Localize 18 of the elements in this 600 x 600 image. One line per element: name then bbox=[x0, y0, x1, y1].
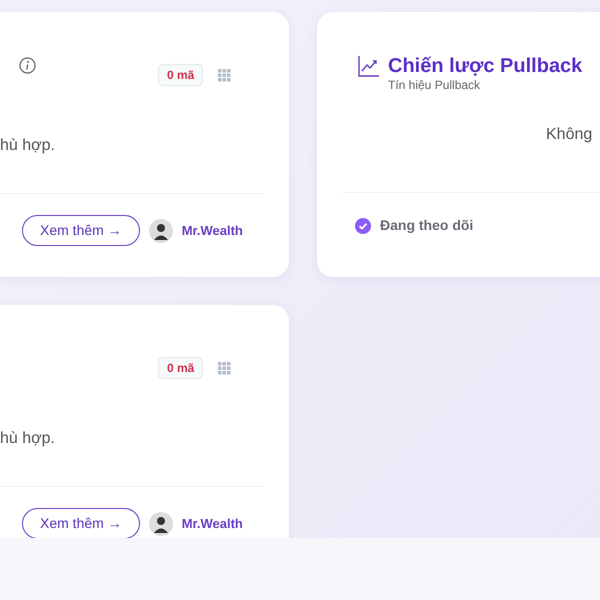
avatar-icon bbox=[148, 512, 173, 536]
description: Không bbox=[546, 125, 592, 145]
description: hù hợp. bbox=[0, 136, 55, 156]
grid-icon[interactable] bbox=[218, 362, 232, 374]
info-icon[interactable] bbox=[19, 57, 36, 74]
grid-icon[interactable] bbox=[218, 68, 232, 82]
chart-line-icon bbox=[358, 55, 380, 77]
status-label: Đang theo dõi bbox=[380, 216, 474, 235]
strategy-title: Chiến lược Pullback bbox=[388, 54, 582, 78]
strategy-subtitle: Tín hiệu Pullback bbox=[388, 78, 482, 92]
author-name[interactable]: Mr.Wealth bbox=[182, 220, 243, 240]
description: hù hợp. bbox=[0, 429, 55, 449]
see-more-button[interactable]: Xem thêm → bbox=[22, 508, 140, 538]
see-more-button[interactable]: Xem thêm → bbox=[22, 215, 140, 246]
count-badge: 0 mã bbox=[158, 64, 204, 86]
avatar-icon bbox=[148, 218, 173, 242]
count-badge: 0 mã bbox=[158, 357, 204, 379]
author-name[interactable]: Mr.Wealth bbox=[182, 514, 243, 534]
